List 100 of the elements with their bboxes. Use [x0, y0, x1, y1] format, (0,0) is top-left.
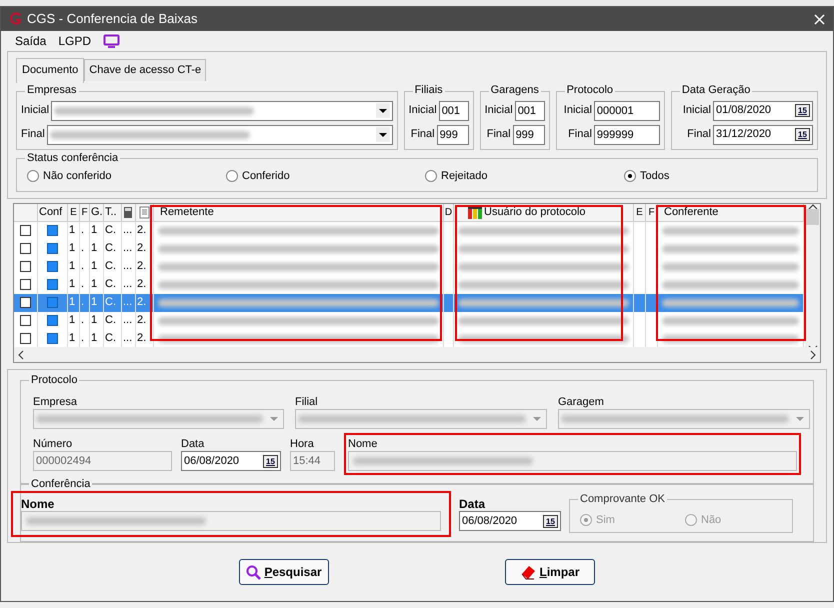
table-cell: 2.: [136, 222, 154, 240]
column-header[interactable]: Conferente: [658, 204, 804, 220]
field-label: Inicial: [408, 103, 437, 118]
radio-button[interactable]: [27, 170, 39, 182]
checkbox[interactable]: [20, 261, 31, 272]
dropdown-button[interactable]: [376, 127, 390, 142]
close-icon[interactable]: [814, 14, 825, 24]
calendar-button[interactable]: 15: [795, 104, 810, 117]
field-label: Final: [21, 127, 45, 142]
dropdown-field[interactable]: [295, 409, 547, 429]
date-field[interactable]: 06/08/2020 15: [181, 451, 281, 471]
radio-button[interactable]: [226, 170, 238, 182]
table-cell: .: [80, 222, 90, 240]
checkbox[interactable]: [20, 297, 31, 308]
radio-label: Não conferido: [43, 169, 112, 184]
input-field: 15:44: [290, 451, 335, 471]
field-label: Data: [181, 437, 206, 451]
calculator-icon: [123, 206, 134, 218]
table-cell: 1: [90, 294, 104, 312]
group-title: Comprovante OK: [578, 492, 667, 506]
field-label: Final: [568, 127, 592, 142]
date-field[interactable]: 01/08/2020 15: [713, 100, 813, 120]
table-cell: ...: [122, 312, 136, 330]
calendar-button[interactable]: 15: [795, 128, 810, 141]
menu-item[interactable]: Saída: [15, 32, 46, 50]
status-square-icon: [47, 261, 58, 272]
field-label: Nome: [21, 497, 56, 511]
group-title: Protocolo: [564, 82, 616, 96]
checkbox[interactable]: [20, 243, 31, 254]
status-square-icon: [47, 315, 58, 326]
calendar-button[interactable]: 15: [543, 514, 558, 528]
column-header[interactable]: F: [80, 204, 90, 220]
checkbox[interactable]: [20, 279, 31, 290]
app-logo-icon: [9, 12, 23, 26]
table-cell: 2.: [136, 294, 154, 312]
date-field[interactable]: 31/12/2020 15: [713, 124, 813, 144]
table-cell: C.: [104, 222, 122, 240]
dropdown-field[interactable]: [33, 409, 284, 429]
field-label: Filial: [295, 395, 319, 409]
input-field[interactable]: 999: [436, 124, 469, 144]
button[interactable]: Limpar: [505, 559, 595, 585]
group-title: Garagens: [488, 82, 541, 96]
input-field[interactable]: 001: [438, 100, 469, 120]
radio-label: Todos: [640, 169, 670, 184]
tab[interactable]: Documento: [16, 58, 84, 82]
radio-label: Sim: [596, 512, 615, 528]
column-header[interactable]: Conf: [38, 204, 68, 220]
dropdown-arrow-icon: [796, 417, 804, 421]
field-label: Inicial: [682, 103, 711, 118]
table-cell: .: [80, 294, 90, 312]
window-title: CGS - Conferencia de Baixas: [27, 10, 198, 28]
column-header[interactable]: G.: [90, 204, 104, 220]
table-cell: 1: [68, 294, 80, 312]
horizontal-scrollbar[interactable]: [14, 347, 820, 362]
field-label: Final: [410, 127, 435, 142]
input-field[interactable]: 999: [512, 124, 545, 144]
button[interactable]: Pesquisar: [239, 559, 329, 585]
monitor-icon[interactable]: [103, 34, 120, 48]
table-cell: 1: [68, 222, 80, 240]
status-square-icon: [47, 243, 58, 254]
input-field[interactable]: 999999: [594, 124, 660, 144]
field-label: Final: [687, 127, 711, 142]
group-title: Data Geração: [680, 82, 752, 96]
checkbox[interactable]: [20, 315, 31, 326]
radio-button[interactable]: [425, 170, 437, 182]
column-header[interactable]: F: [646, 204, 658, 220]
column-header[interactable]: Remetente: [154, 204, 444, 220]
column-header[interactable]: T..: [104, 204, 122, 220]
date-field[interactable]: 06/08/2020 15: [459, 511, 561, 531]
column-header[interactable]: D: [444, 204, 454, 220]
input-field[interactable]: 000001: [594, 100, 660, 120]
dropdown-field[interactable]: [46, 124, 393, 144]
table-cell: ...: [122, 240, 136, 258]
table-cell: C.: [104, 240, 122, 258]
field-label: Nome: [348, 437, 378, 451]
table-cell: 2.: [136, 258, 154, 276]
field-label: Data: [459, 497, 486, 511]
status-square-icon: [47, 279, 58, 290]
column-header[interactable]: E: [634, 204, 646, 220]
field-label: Inicial: [484, 103, 513, 118]
dropdown-button[interactable]: [376, 103, 390, 118]
dropdown-field[interactable]: [51, 100, 393, 120]
group-title: Status conferência: [25, 150, 120, 164]
dropdown-arrow-icon: [533, 417, 541, 421]
dropdown-field[interactable]: [558, 409, 810, 429]
column-header[interactable]: E: [68, 204, 80, 220]
calendar-button[interactable]: 15: [263, 454, 278, 468]
checkbox[interactable]: [20, 225, 31, 236]
input-field: 000002494: [33, 451, 172, 471]
field-label: Hora: [290, 437, 315, 451]
input-field[interactable]: 001: [514, 100, 545, 120]
tab[interactable]: Chave de acesso CT-e: [84, 59, 206, 80]
column-header[interactable]: Usuário do protocolo: [454, 204, 634, 220]
menu-item[interactable]: LGPD: [58, 32, 92, 50]
eraser-icon: [520, 564, 536, 580]
table-cell: C.: [104, 258, 122, 276]
checkbox[interactable]: [20, 333, 31, 344]
scroll-thumb[interactable]: [806, 209, 819, 225]
radio-button[interactable]: [624, 170, 636, 182]
radio-label: Rejeitado: [441, 169, 488, 184]
